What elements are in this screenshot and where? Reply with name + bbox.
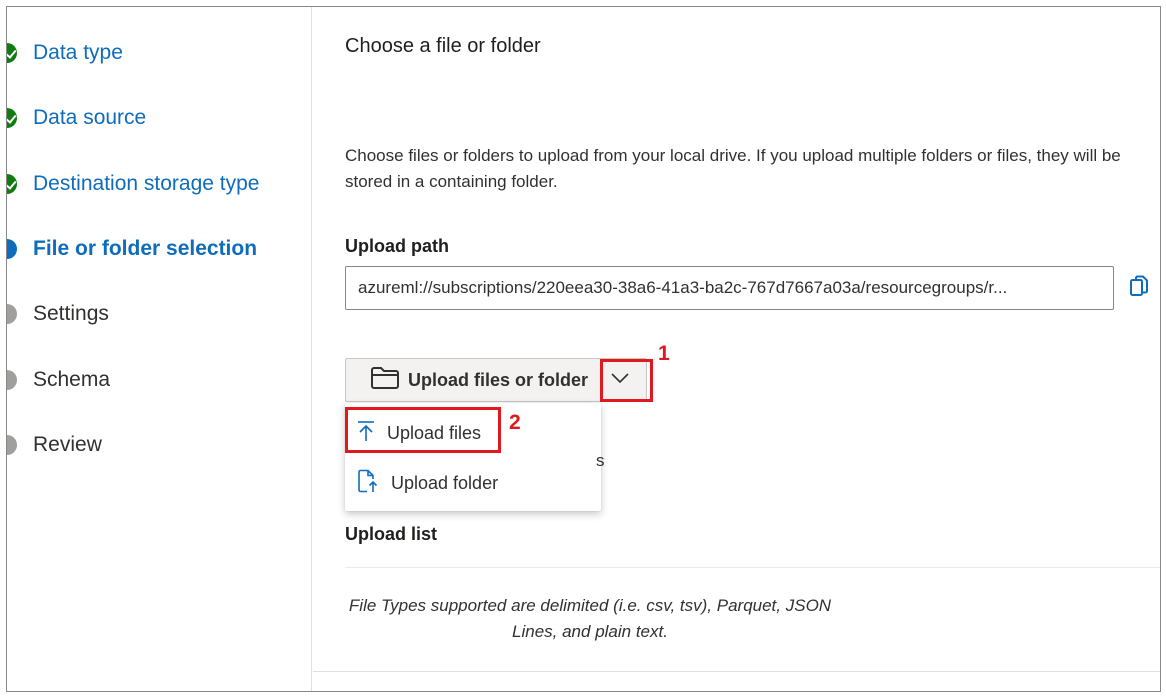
pending-step-icon [7,304,17,324]
main-panel: Choose a file or folder Choose files or … [313,7,1160,691]
divider [345,567,1160,568]
file-types-note: File Types supported are delimited (i.e.… [348,596,832,641]
upload-path-label: Upload path [345,236,449,256]
menu-item-label: Upload folder [391,472,499,493]
step-label: Data source [33,106,147,129]
dialog-frame: Data type Data source Destination storag… [6,6,1161,692]
page-title: Choose a file or folder [345,35,541,57]
divider [313,671,1160,672]
upload-path-field[interactable]: azureml://subscriptions/220eea30-38a6-41… [345,266,1114,310]
folder-icon [370,365,400,396]
step-label: Schema [33,368,111,391]
wizard-steps: Data type Data source Destination storag… [7,7,312,691]
step-label: Review [33,433,102,456]
upload-button-label: Upload files or folder [408,369,589,390]
folder-upload-icon [357,469,379,498]
pending-step-icon [7,370,17,390]
copy-icon[interactable] [1129,275,1151,299]
upload-files-or-folder-button[interactable]: Upload files or folder [346,359,594,401]
obscured-text: s [596,451,605,470]
step-label: File or folder selection [33,237,258,260]
step-label: Data type [33,41,123,64]
menu-item-upload-folder[interactable]: Upload folder [345,459,601,507]
highlight-box-2 [345,407,501,453]
step-label: Destination storage type [33,172,260,195]
step-label: Settings [33,302,109,325]
pending-step-icon [7,435,17,455]
check-icon [7,43,17,63]
current-step-icon [7,239,17,259]
highlight-box-1 [600,359,653,402]
callout-2: 2 [509,411,521,434]
description-text: Choose files or folders to upload from y… [345,146,1121,191]
callout-1: 1 [658,342,670,365]
check-icon [7,174,17,194]
upload-list-label: Upload list [345,524,438,544]
check-icon [7,108,17,128]
